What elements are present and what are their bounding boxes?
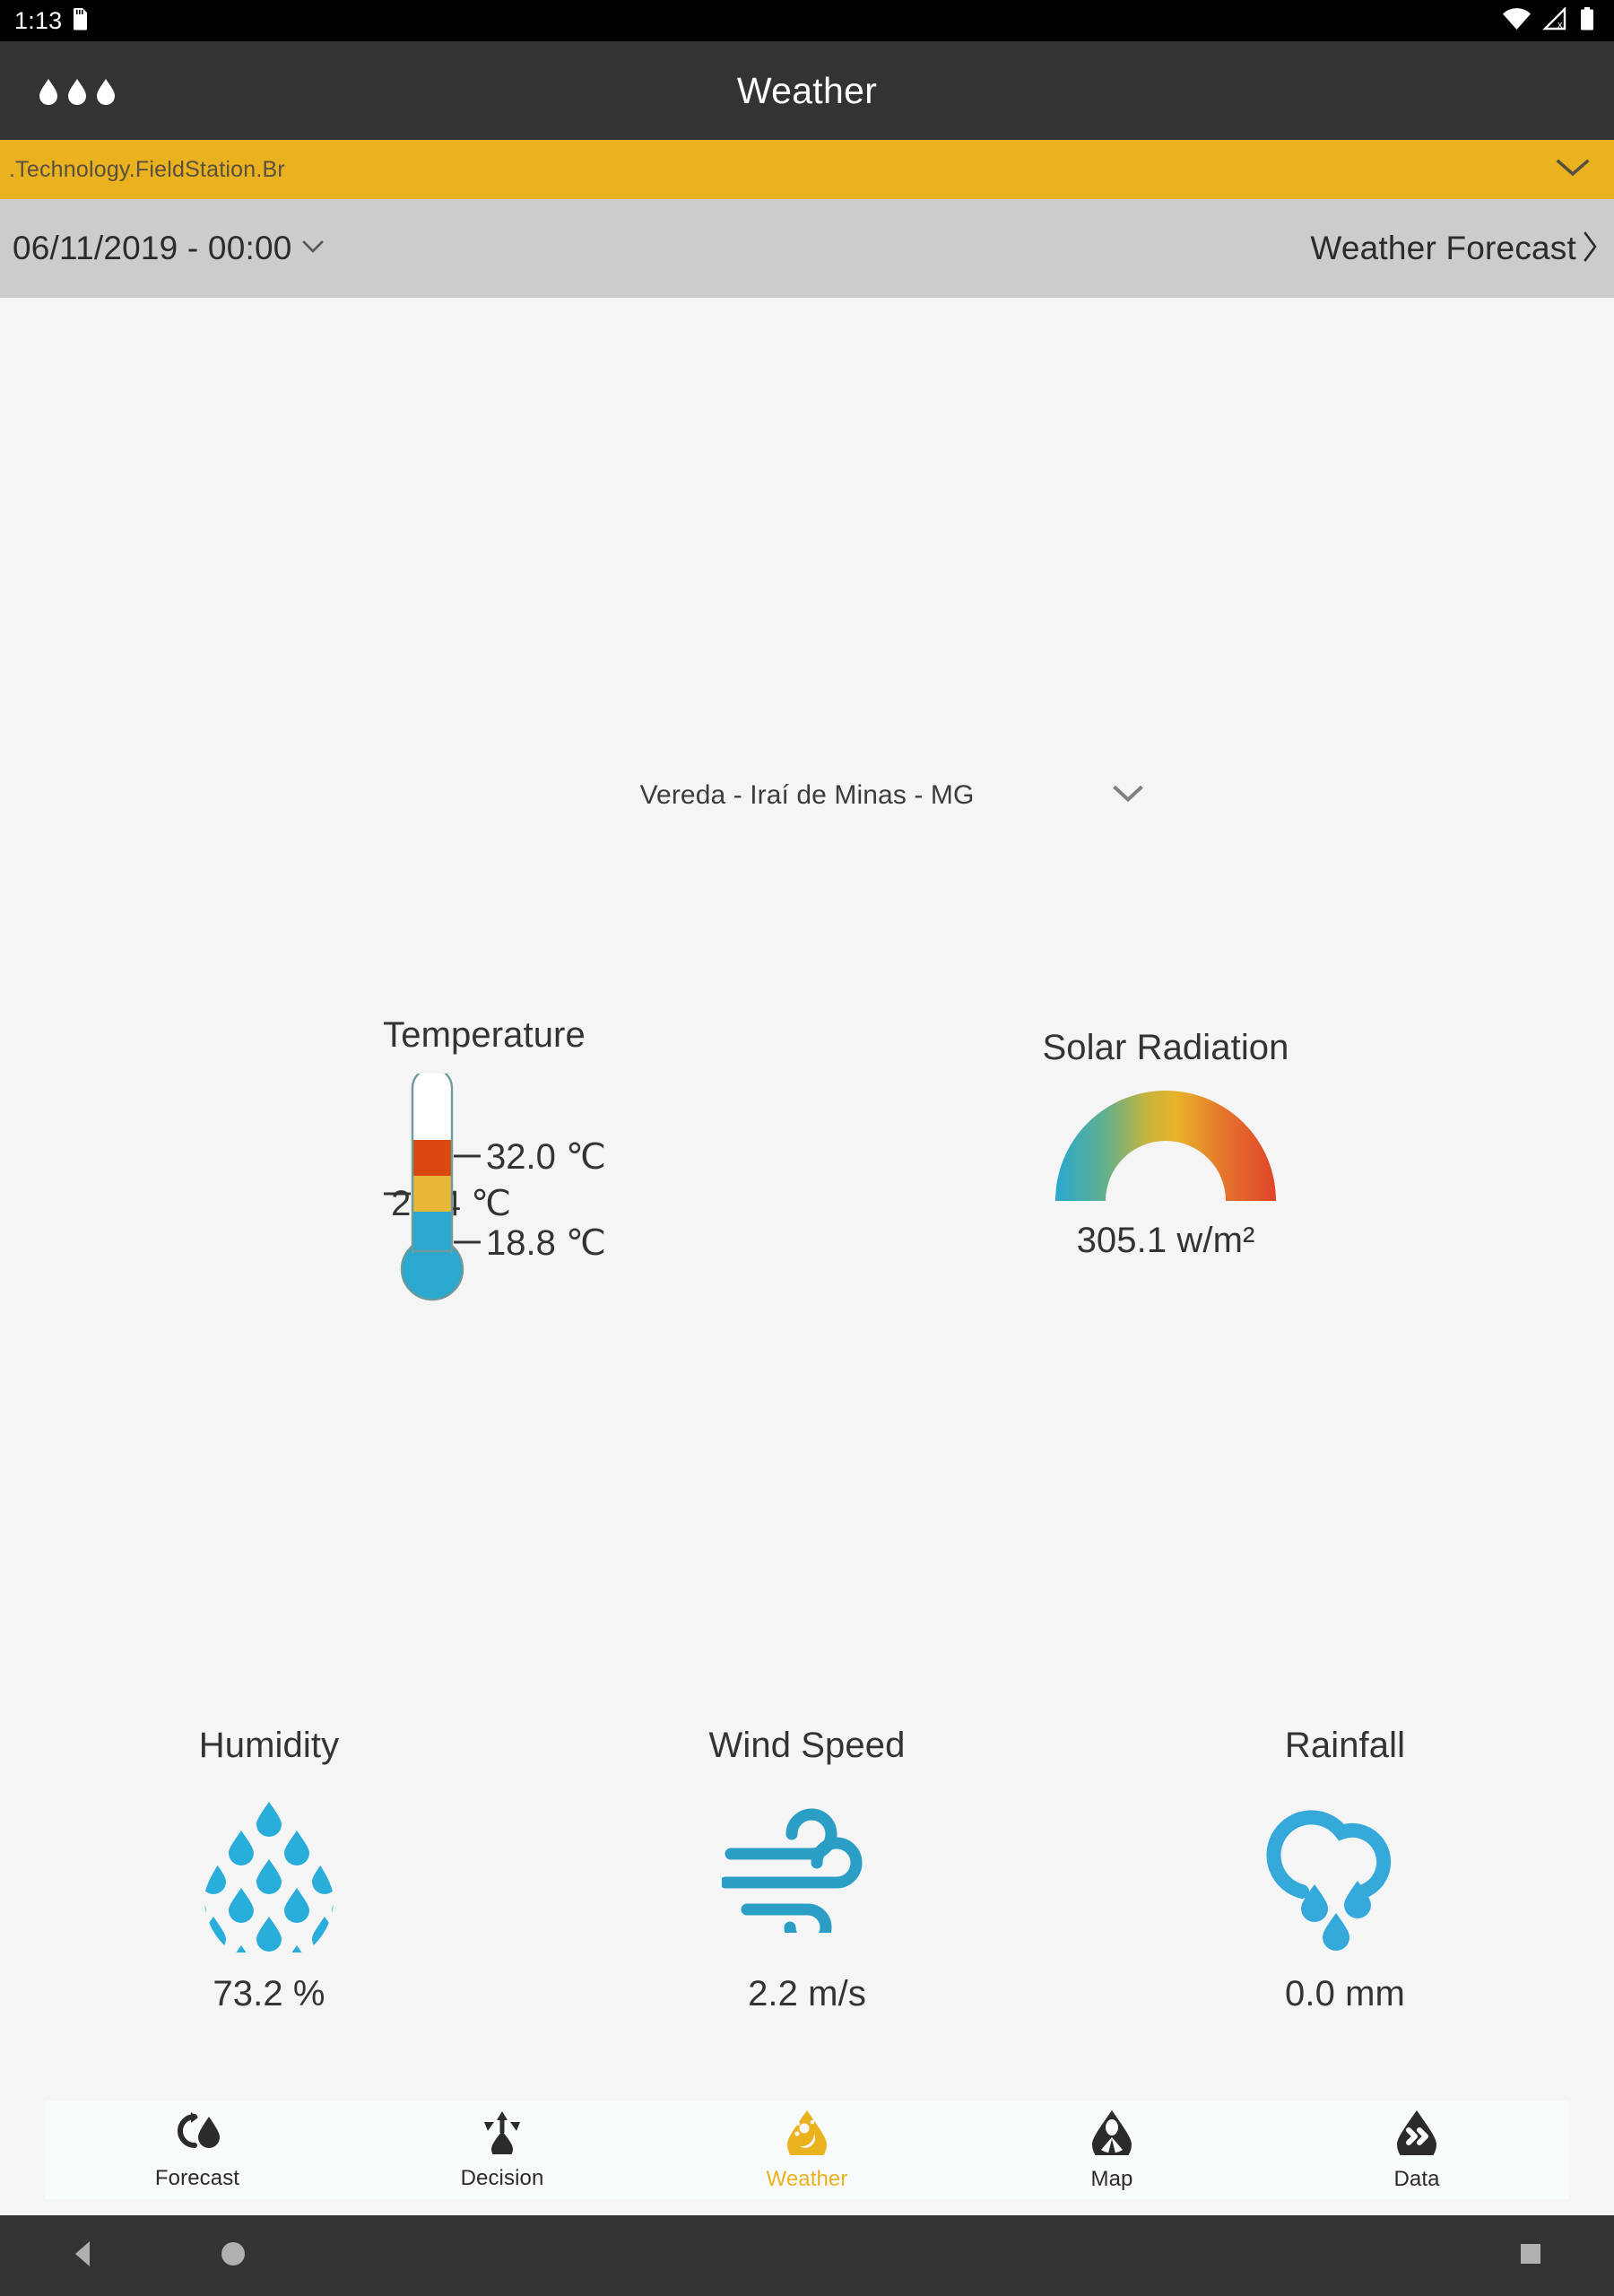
datetime-value: 06/11/2019 - 00:00 <box>13 230 292 266</box>
solar-radiation-widget: Solar Radiation 305.1 w/m² <box>959 1028 1372 1261</box>
tab-label-map: Map <box>1090 2166 1133 2191</box>
tab-label-decision: Decision <box>460 2165 544 2190</box>
thermometer-icon <box>384 1074 481 1301</box>
rainfall-title: Rainfall <box>1284 1726 1406 1765</box>
temperature-max-value: 32.0 ℃ <box>486 1137 606 1177</box>
temperature-widget: Temperature 24.4 ℃ <box>278 1015 690 1316</box>
map-pin-droplet-icon <box>1090 2109 1133 2164</box>
battery-icon <box>1580 6 1594 35</box>
tab-label-weather: Weather <box>766 2166 848 2191</box>
primary-widgets-row: Temperature 24.4 ℃ <box>0 1015 1614 1392</box>
humidity-value: 73.2 % <box>213 1974 325 2013</box>
android-status-bar: 1:13 x <box>0 0 1614 41</box>
humidity-icon-wrap <box>199 1789 339 1952</box>
wind-speed-widget: Wind Speed 2.2 m/s <box>538 1726 1076 2084</box>
rain-cloud-icon <box>1266 1810 1392 1951</box>
cellular-no-signal-icon: x <box>1542 5 1569 35</box>
weather-forecast-link[interactable]: Weather Forecast <box>1310 230 1605 268</box>
app-screen: 1:13 x Weather .Technology.FieldStation.… <box>0 0 1614 2296</box>
wifi-icon <box>1502 7 1532 35</box>
wind-icon-wrap <box>722 1789 892 1951</box>
sdcard-icon <box>73 7 88 35</box>
weather-content: Vereda - Iraí de Minas - MG Temperature … <box>0 298 1614 2100</box>
account-name: .Technology.FieldStation.Br <box>9 156 285 182</box>
weather-forecast-label: Weather Forecast <box>1310 230 1576 266</box>
status-bar-right: x <box>1502 5 1600 35</box>
chevron-down-icon[interactable] <box>1108 781 1148 811</box>
tab-map[interactable]: Map <box>959 2100 1264 2199</box>
humidity-widget: Humidity 73.2 % <box>0 1726 538 2084</box>
decision-arrows-droplet-icon <box>481 2109 524 2160</box>
forecast-refresh-droplet-icon <box>173 2109 221 2159</box>
home-circle-icon[interactable] <box>220 2240 247 2272</box>
svg-text:x: x <box>1558 20 1563 30</box>
data-chevrons-droplet-icon <box>1395 2109 1438 2164</box>
bottom-tab-bar: Forecast Decision Weather Map Data <box>45 2100 1569 2199</box>
tab-label-data: Data <box>1393 2166 1440 2191</box>
page-title: Weather <box>736 69 878 111</box>
tab-label-forecast: Forecast <box>154 2165 240 2190</box>
android-nav-bar <box>0 2215 1614 2296</box>
gauge-arc-icon <box>1055 1091 1276 1201</box>
back-triangle-icon[interactable] <box>72 2239 93 2273</box>
overflow-menu-droplets-icon[interactable] <box>30 66 124 115</box>
tab-weather[interactable]: Weather <box>655 2100 959 2199</box>
location-name: Vereda - Iraí de Minas - MG <box>639 780 975 810</box>
chevron-right-icon <box>1580 230 1600 268</box>
rainfall-icon-wrap <box>1264 1789 1426 1951</box>
solar-gauge-graphic <box>959 1088 1372 1206</box>
temperature-min-value: 18.8 ℃ <box>486 1223 606 1263</box>
humidity-title: Humidity <box>198 1726 340 1765</box>
tab-decision[interactable]: Decision <box>350 2100 655 2199</box>
wind-speed-title: Wind Speed <box>708 1726 906 1765</box>
weather-sun-droplet-icon <box>785 2109 829 2164</box>
humidity-droplets-icon <box>204 1802 334 1952</box>
solar-radiation-value: 305.1 w/m² <box>1076 1221 1255 1260</box>
datetime-selector[interactable]: 06/11/2019 - 00:00 <box>13 230 325 267</box>
secondary-widgets-row: Humidity 73.2 % Wind Speed 2.2 m/s Rainf… <box>0 1726 1614 2084</box>
rainfall-widget: Rainfall 0.0 mm <box>1076 1726 1614 2084</box>
wind-speed-value: 2.2 m/s <box>748 1974 866 2013</box>
rainfall-value: 0.0 mm <box>1285 1974 1405 2013</box>
chevron-down-icon[interactable] <box>1555 157 1591 183</box>
tab-data[interactable]: Data <box>1264 2100 1569 2199</box>
account-selector-bar[interactable]: .Technology.FieldStation.Br <box>0 140 1614 199</box>
recents-square-icon[interactable] <box>1519 2242 1542 2270</box>
date-forecast-bar: 06/11/2019 - 00:00 Weather Forecast <box>0 199 1614 298</box>
chevron-down-icon[interactable] <box>301 239 325 259</box>
wind-icon <box>722 1808 863 1933</box>
thermometer-graphic: 24.4 ℃ <box>278 1074 690 1316</box>
tabbar-bottom-spacer <box>0 2199 1614 2215</box>
app-toolbar: Weather <box>0 41 1614 140</box>
status-bar-clock: 1:13 <box>14 6 63 34</box>
temperature-title: Temperature <box>383 1015 586 1055</box>
location-selector[interactable]: Vereda - Iraí de Minas - MG <box>0 780 1614 811</box>
status-bar-left: 1:13 <box>14 7 88 35</box>
solar-radiation-title: Solar Radiation <box>1042 1028 1289 1067</box>
tab-forecast[interactable]: Forecast <box>45 2100 350 2199</box>
